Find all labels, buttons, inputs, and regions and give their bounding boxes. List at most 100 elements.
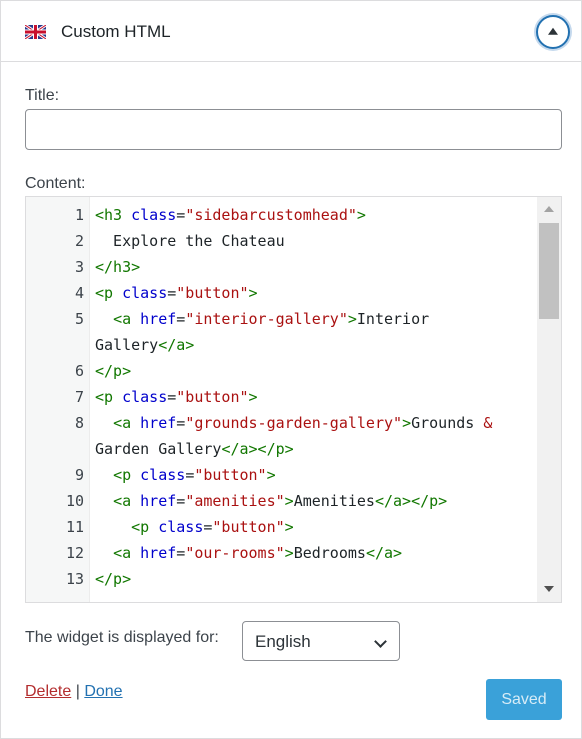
line-number: 3 [74, 258, 84, 276]
code-token: class [131, 206, 177, 224]
line-number: 10 [65, 492, 84, 510]
code-text: Garden Gallery</a></p> [95, 436, 294, 462]
editor-scrollbar[interactable] [537, 197, 561, 602]
code-line[interactable]: 13 </p> [26, 566, 538, 592]
scroll-down-arrow-icon[interactable] [544, 586, 554, 592]
code-text: </p> [95, 358, 131, 384]
code-token: > [248, 284, 258, 302]
code-line[interactable]: 7 <p class="button"> [26, 384, 538, 410]
code-token: <a [113, 414, 141, 432]
code-line[interactable]: 8 <a href="grounds-garden-gallery">Groun… [26, 410, 538, 436]
line-number: 9 [74, 466, 84, 484]
code-line[interactable]: 12 <a href="our-rooms">Bedrooms</a> [26, 540, 538, 566]
code-token: <h3 [95, 206, 132, 224]
code-line[interactable]: 1 <h3 class="sidebarcustomhead"> [26, 202, 538, 228]
widget-title: Custom HTML [61, 22, 171, 41]
collapse-toggle-button[interactable] [536, 15, 570, 49]
code-token: <p [95, 388, 123, 406]
code-text: <a href="amenities">Amenities</a></p> [95, 488, 447, 514]
code-text: <a href="interior-gallery">Interior [95, 306, 429, 332]
code-token: = [176, 206, 186, 224]
code-token: > [266, 466, 276, 484]
code-token: > [356, 206, 366, 224]
code-token: > [402, 414, 412, 432]
widget-actions: Delete | Done [25, 683, 123, 701]
code-line[interactable]: 10 <a href="amenities">Amenities</a></p> [26, 488, 538, 514]
code-token: > [248, 388, 258, 406]
code-token: </p> [95, 362, 132, 380]
line-number: 7 [74, 388, 84, 406]
scroll-up-arrow-icon[interactable] [544, 206, 554, 212]
line-number: 5 [74, 310, 84, 328]
language-select[interactable]: English [242, 621, 400, 661]
code-line[interactable]: 3 </h3> [26, 254, 538, 280]
code-line[interactable]: 4 <p class="button"> [26, 280, 538, 306]
code-token: = [176, 492, 186, 510]
code-editor[interactable]: 1 <h3 class="sidebarcustomhead"> 2 Explore… [25, 196, 562, 603]
code-token: <a [113, 310, 141, 328]
line-number: 12 [65, 544, 84, 562]
code-text: </h3> [95, 254, 140, 280]
code-line[interactable]: 11 <p class="button"> [26, 514, 538, 540]
code-token: Interior [356, 310, 430, 328]
code-text: Gallery</a> [95, 332, 194, 358]
code-token: > [284, 544, 294, 562]
code-token: > [284, 492, 294, 510]
code-token: class [140, 466, 186, 484]
line-number: 1 [74, 206, 84, 224]
uk-flag-icon [25, 25, 46, 39]
scrollbar-thumb[interactable] [539, 223, 559, 319]
code-token: "button" [176, 284, 249, 302]
code-text: Explore the Chateau [95, 228, 285, 254]
code-token: "grounds-garden-gallery" [185, 414, 403, 432]
code-token: Garden Gallery [95, 440, 222, 458]
collapse-up-icon [548, 27, 558, 35]
delete-link[interactable]: Delete [25, 683, 71, 700]
code-line[interactable]: Garden Gallery</a></p> [26, 436, 538, 462]
code-token: href [140, 544, 177, 562]
line-number: 8 [74, 414, 84, 432]
code-token: </p> [95, 570, 132, 588]
code-line[interactable]: Gallery</a> [26, 332, 538, 358]
code-text: <a href="our-rooms">Bedrooms</a> [95, 540, 402, 566]
code-line[interactable]: 9 <p class="button"> [26, 462, 538, 488]
code-token: </a> [158, 336, 195, 354]
code-line[interactable]: 6 </p> [26, 358, 538, 384]
code-text: <a href="grounds-garden-gallery">Grounds… [95, 410, 492, 436]
code-token: <a [113, 544, 141, 562]
code-content[interactable]: 1 <h3 class="sidebarcustomhead"> 2 Explore… [26, 202, 538, 592]
code-text: <h3 class="sidebarcustomhead"> [95, 202, 366, 228]
line-number: 11 [65, 518, 84, 536]
code-token: = [185, 466, 195, 484]
widget-header[interactable]: Custom HTML [1, 1, 581, 62]
code-text: <p class="button"> [95, 462, 276, 488]
title-label: Title: [25, 87, 60, 104]
code-token: "amenities" [185, 492, 285, 510]
done-link[interactable]: Done [84, 683, 122, 700]
code-token: "button" [194, 466, 267, 484]
code-token: = [167, 388, 177, 406]
saved-button[interactable]: Saved [486, 679, 562, 720]
code-token: "button" [176, 388, 249, 406]
code-line[interactable]: 5 <a href="interior-gallery">Interior [26, 306, 538, 332]
code-text: <p class="button"> [95, 280, 258, 306]
line-number: 2 [74, 232, 84, 250]
code-token: <p [113, 466, 141, 484]
code-token: </a> [365, 544, 403, 562]
code-token: Bedrooms [293, 544, 366, 562]
code-token: href [140, 414, 177, 432]
code-line[interactable]: 2 Explore the Chateau [26, 228, 538, 254]
title-input[interactable] [25, 109, 562, 150]
custom-html-widget: Custom HTML Title: Content: 1 <h3 class="… [0, 0, 582, 739]
display-for-label: The widget is displayed for: [25, 629, 219, 646]
action-separator: | [75, 683, 80, 700]
code-token: = [167, 284, 177, 302]
code-token: "interior-gallery" [185, 310, 348, 328]
code-token: = [176, 414, 186, 432]
language-select-value: English [255, 632, 311, 651]
code-token: </a></p> [374, 492, 448, 510]
